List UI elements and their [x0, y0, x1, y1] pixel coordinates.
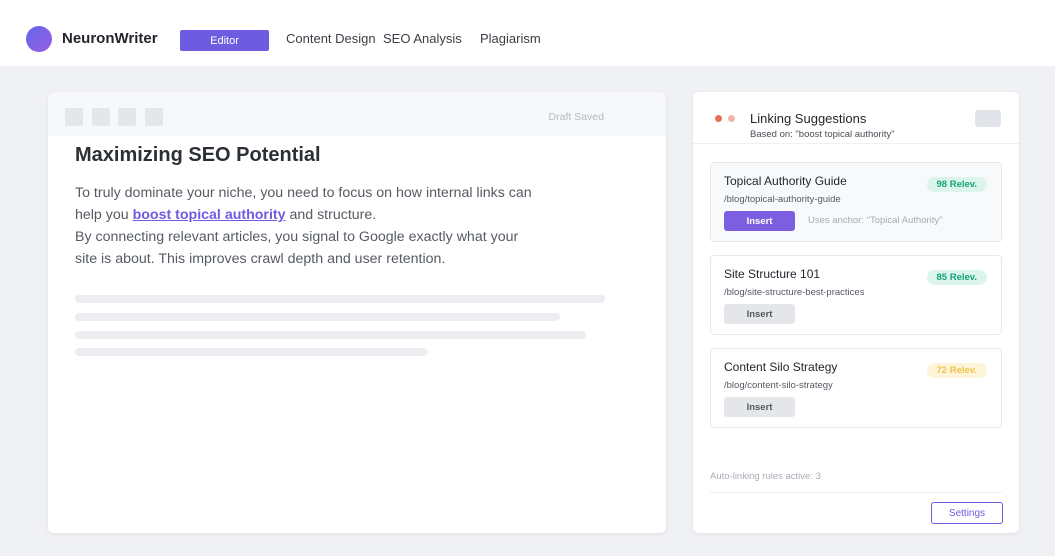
- tab-content-design[interactable]: Content Design: [286, 31, 376, 46]
- settings-button[interactable]: Settings: [931, 502, 1003, 524]
- status-dot-icon: [715, 115, 722, 122]
- save-status: Draft Saved: [548, 111, 604, 123]
- suggestion-card[interactable]: Content Silo Strategy /blog/content-silo…: [710, 348, 1002, 428]
- paragraph-2[interactable]: By connecting relevant articles, you sig…: [75, 226, 535, 270]
- list-icon[interactable]: [145, 108, 163, 126]
- document-title[interactable]: Maximizing SEO Potential: [75, 144, 321, 167]
- insert-button[interactable]: Insert: [724, 211, 795, 231]
- suggestion-path: /blog/topical-authority-guide: [724, 194, 841, 205]
- skeleton-line: [75, 295, 605, 303]
- relevance-badge: 72 Relev.: [926, 363, 987, 378]
- skeleton-line: [75, 348, 428, 356]
- suggestion-card[interactable]: Topical Authority Guide /blog/topical-au…: [710, 162, 1002, 242]
- insert-button[interactable]: Insert: [724, 304, 795, 324]
- brand-logo-icon: [26, 26, 52, 52]
- suggestion-card[interactable]: Site Structure 101 /blog/site-structure-…: [710, 255, 1002, 335]
- relevance-badge: 98 Relev.: [926, 177, 987, 192]
- suggestion-title: Content Silo Strategy: [724, 360, 838, 374]
- tab-editor[interactable]: Editor: [180, 30, 269, 51]
- tab-plagiarism[interactable]: Plagiarism: [480, 31, 541, 46]
- divider: [710, 492, 1002, 493]
- suggestion-path: /blog/site-structure-best-practices: [724, 287, 865, 298]
- insert-button[interactable]: Insert: [724, 397, 795, 417]
- panel-menu-button[interactable]: [975, 110, 1001, 127]
- paragraph-1[interactable]: To truly dominate your niche, you need t…: [75, 182, 535, 226]
- anchor-note: Uses anchor: "Topical Authority": [808, 215, 943, 226]
- auto-linking-status: Auto-linking rules active: 3: [710, 471, 821, 482]
- skeleton-line: [75, 331, 586, 339]
- top-navigation-bar: NeuronWriter Editor Content Design SEO A…: [0, 0, 1055, 66]
- document-editor[interactable]: Draft Saved Maximizing SEO Potential To …: [48, 92, 666, 533]
- brand-name: NeuronWriter: [62, 30, 158, 47]
- suggestion-title: Site Structure 101: [724, 267, 821, 281]
- highlighted-anchor-link[interactable]: boost topical authority: [133, 207, 286, 223]
- panel-title: Linking Suggestions: [750, 111, 867, 126]
- linking-suggestions-panel: Linking Suggestions Based on: "boost top…: [693, 92, 1019, 533]
- bold-icon[interactable]: [65, 108, 83, 126]
- editor-toolbar: Draft Saved: [48, 92, 666, 136]
- panel-subtitle: Based on: "boost topical authority": [750, 129, 895, 140]
- suggestion-title: Topical Authority Guide: [724, 174, 847, 188]
- status-dot-icon: [728, 115, 735, 122]
- paragraph-1-text-end: and structure.: [285, 207, 377, 223]
- panel-header: Linking Suggestions Based on: "boost top…: [693, 92, 1019, 144]
- link-icon[interactable]: [118, 108, 136, 126]
- relevance-badge: 85 Relev.: [926, 270, 987, 285]
- suggestion-path: /blog/content-silo-strategy: [724, 380, 833, 391]
- italic-icon[interactable]: [92, 108, 110, 126]
- tab-seo-analysis[interactable]: SEO Analysis: [383, 31, 462, 46]
- skeleton-line: [75, 313, 560, 321]
